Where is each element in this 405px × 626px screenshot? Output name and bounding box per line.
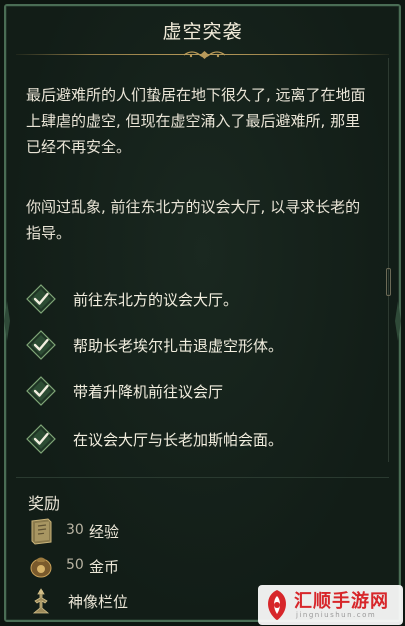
checkmark-icon [26,376,56,406]
checkmark-icon [26,284,56,314]
watermark-logo-icon [268,590,286,620]
reward-item-gold: 50 金币 [26,551,266,581]
reward-amount: 50 [66,557,84,573]
objective-text: 前往东北方的议会大厅。 [73,291,239,309]
watermark-subtext: jingniushun.com [296,611,377,619]
rewards-title: 奖励 [28,494,61,513]
objective-item: 帮助长老埃尔扎击退虚空形体。 [26,330,371,360]
objective-text: 带着升降机前往议会厅 [73,383,224,401]
objective-text: 帮助长老埃尔扎击退虚空形体。 [73,337,284,355]
quest-description-2: 你闯过乱象, 前往东北方的议会大厅, 以寻求长老的指导。 [26,198,361,242]
scroll-track[interactable] [388,58,389,462]
reward-label: 经验 [89,523,120,541]
checkmark-icon [26,330,56,360]
objective-text: 在议会大厅与长老加斯帕会面。 [73,431,284,449]
quest-panel: 虚空突袭 最后避难所的人们蛰居在地下很久了, 远离了在地面上肆虐的虚空, 但现在… [4,4,401,622]
scroll-thumb[interactable] [386,268,391,296]
scrollbar[interactable] [385,58,393,462]
idol-icon [32,588,50,614]
quest-title: 虚空突袭 [162,21,243,43]
objective-item: 带着升降机前往议会厅 [26,376,371,406]
objective-item: 前往东北方的议会大厅。 [26,284,371,314]
reward-amount: 30 [66,522,84,538]
coin-pouch-icon [30,557,52,578]
rewards-divider [16,477,389,478]
quest-description-1: 最后避难所的人们蛰居在地下很久了, 远离了在地面上肆虐的虚空, 但现在虚空涌入了… [26,86,366,156]
reward-item-idol: 神像栏位 [26,586,266,616]
header-ornament-icon [183,51,226,59]
reward-label: 金币 [89,558,120,576]
watermark-text: 汇顺手游网 [294,591,389,612]
right-edge-ornament-icon [395,301,401,341]
quest-header: 虚空突袭 [6,6,399,54]
left-edge-ornament-icon [4,301,10,341]
site-watermark: 汇顺手游网 jingniushun.com [258,585,403,625]
book-icon [31,518,52,545]
checkmark-icon [26,424,56,454]
reward-label: 神像栏位 [68,593,129,611]
objective-item: 在议会大厅与长老加斯帕会面。 [26,424,371,454]
reward-item-xp: 30 经验 [26,516,266,546]
